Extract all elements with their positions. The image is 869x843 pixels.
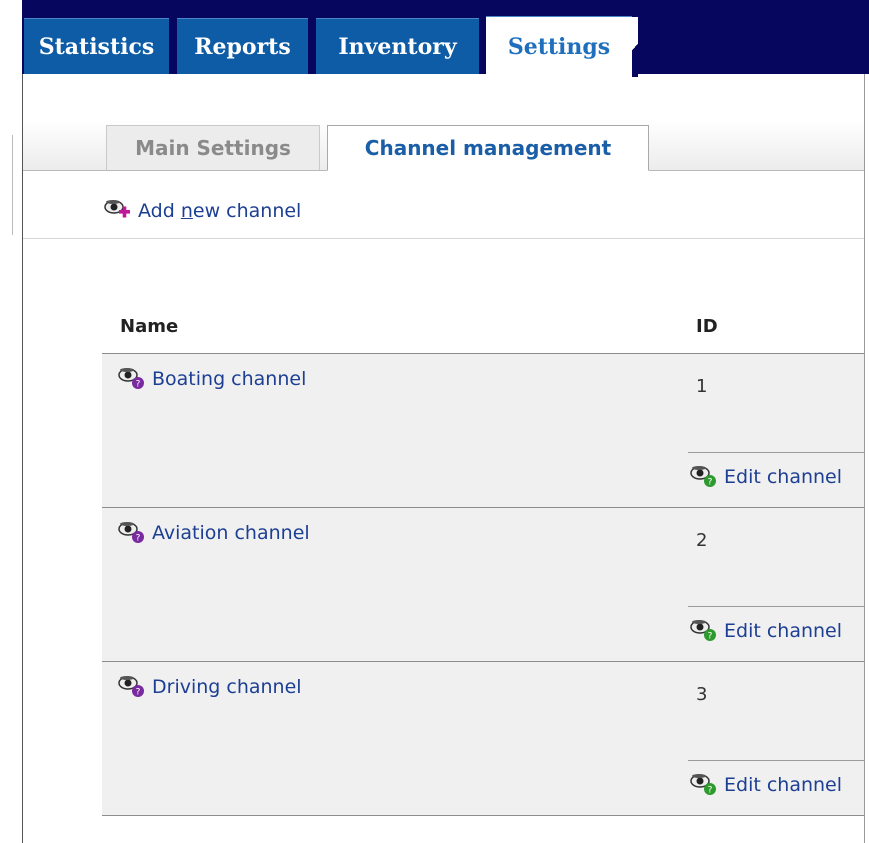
svg-text:?: ?	[708, 632, 713, 642]
edit-eye-icon: ?	[690, 620, 716, 642]
column-header-id: ID	[696, 316, 718, 337]
channel-id: 1	[696, 376, 708, 397]
channel-name: Driving channel	[152, 676, 302, 698]
subtab-channel-management[interactable]: Channel management	[327, 125, 649, 171]
edit-eye-icon: ?	[690, 774, 716, 796]
svg-text:?: ?	[708, 478, 713, 488]
channel-id: 3	[696, 684, 708, 705]
tab-inventory[interactable]: Inventory	[316, 18, 479, 74]
channel-link[interactable]: ? Boating channel	[118, 366, 306, 392]
subtab-main-settings[interactable]: Main Settings	[106, 125, 320, 170]
svg-text:?: ?	[136, 534, 141, 544]
svg-text:?: ?	[708, 786, 713, 796]
add-new-channel-link[interactable]: Add new channel	[104, 196, 301, 226]
channels-table: Name ID ? Boating channel 1 ? Edit chann…	[102, 300, 864, 816]
channel-name: Aviation channel	[152, 522, 310, 544]
edit-channel-label: Edit channel	[724, 466, 843, 488]
row-divider	[688, 606, 864, 607]
table-row: ? Boating channel 1 ? Edit channel	[102, 354, 864, 508]
channel-link[interactable]: ? Aviation channel	[118, 520, 310, 546]
svg-text:?: ?	[136, 380, 141, 390]
window-frame-notch	[0, 135, 13, 235]
svg-text:?: ?	[136, 688, 141, 698]
edit-channel-label: Edit channel	[724, 774, 843, 796]
edit-channel-link[interactable]: ? Edit channel	[690, 618, 842, 644]
edit-eye-icon: ?	[690, 466, 716, 488]
tab-settings[interactable]: Settings	[486, 16, 638, 77]
edit-channel-label: Edit channel	[724, 620, 843, 642]
top-navigation: Statistics Reports Inventory Settings	[0, 0, 869, 77]
channel-name: Boating channel	[152, 368, 307, 390]
row-divider	[688, 452, 864, 453]
row-divider	[688, 760, 864, 761]
channel-eye-icon: ?	[118, 368, 144, 390]
edit-channel-link[interactable]: ? Edit channel	[690, 772, 842, 798]
edit-channel-link[interactable]: ? Edit channel	[690, 464, 842, 490]
divider	[23, 238, 864, 239]
window-frame-right	[864, 74, 865, 843]
channel-id: 2	[696, 530, 708, 551]
channel-eye-icon: ?	[118, 676, 144, 698]
add-new-channel-label: Add new channel	[138, 200, 302, 222]
table-header: Name ID	[102, 300, 864, 354]
eye-plus-icon	[104, 200, 130, 218]
tab-reports[interactable]: Reports	[177, 18, 308, 74]
table-row: ? Aviation channel 2 ? Edit channel	[102, 508, 864, 662]
column-header-name: Name	[120, 316, 179, 337]
channel-eye-icon: ?	[118, 522, 144, 544]
window-frame-left	[22, 74, 23, 843]
table-row: ? Driving channel 3 ? Edit channel	[102, 662, 864, 816]
channel-link[interactable]: ? Driving channel	[118, 674, 302, 700]
tab-statistics[interactable]: Statistics	[24, 18, 169, 74]
